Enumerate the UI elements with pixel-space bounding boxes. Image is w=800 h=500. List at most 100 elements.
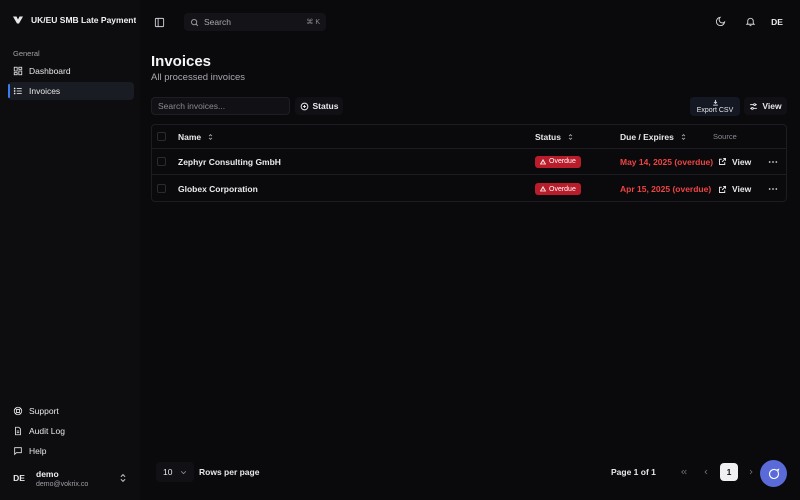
view-label: View <box>732 156 752 167</box>
row-checkbox[interactable] <box>157 156 166 166</box>
column-header-label: Due / Expires <box>620 131 674 142</box>
chevrons-left-icon <box>681 469 687 475</box>
view-options-button[interactable]: View <box>744 97 787 115</box>
search-label: Search <box>204 17 231 27</box>
list-icon <box>13 87 22 95</box>
message-circle-icon <box>768 468 779 479</box>
column-header-label: Status <box>535 131 561 142</box>
sort-icon <box>681 133 686 140</box>
plus-circle-icon <box>300 102 308 110</box>
alert-triangle-icon <box>540 158 546 164</box>
page-button-current[interactable]: 1 <box>720 463 738 481</box>
status-badge: Overdue <box>535 155 581 168</box>
external-link-icon <box>719 158 726 165</box>
sidebar-toggle-button[interactable] <box>150 13 168 31</box>
sidebar-item-invoices[interactable]: Invoices <box>8 82 134 100</box>
rows-per-page-value: 10 <box>163 467 173 477</box>
sidebar-item-label: Support <box>29 406 59 416</box>
user-menu[interactable]: DE demo demo@vokrix.co <box>8 463 134 493</box>
due-date: Apr 15, 2025 (overdue) <box>620 184 712 194</box>
column-header-due[interactable]: Due / Expires <box>620 125 687 148</box>
select-all-checkbox[interactable] <box>157 131 166 141</box>
sidebar-group-label: General <box>13 49 40 58</box>
chevron-left-icon <box>704 469 708 475</box>
user-name: demo <box>36 468 59 479</box>
row-actions-button[interactable] <box>768 149 778 174</box>
theme-toggle-button[interactable] <box>713 14 727 28</box>
user-info: demo demo@vokrix.co <box>36 469 88 488</box>
view-options-label: View <box>762 101 782 111</box>
invoice-name: Globex Corporation <box>178 184 258 194</box>
sliders-icon <box>750 102 758 110</box>
due-date: May 14, 2025 (overdue) <box>620 156 714 167</box>
chevron-right-icon <box>749 469 753 475</box>
status-filter-label: Status <box>312 101 339 111</box>
status-badge: Overdue <box>535 183 581 195</box>
panel-left-icon <box>154 17 164 27</box>
status-cell: Overdue <box>535 149 581 174</box>
row-checkbox[interactable] <box>157 184 166 193</box>
rows-per-page-select[interactable]: 10 <box>156 462 194 482</box>
table-row[interactable]: Globex Corporation Overdue Apr 15, 2025 … <box>152 176 786 202</box>
search-shortcut: ⌘ K <box>306 19 320 26</box>
logo-icon <box>13 16 23 24</box>
sidebar-item-label: Dashboard <box>29 66 71 76</box>
page-info: Page 1 of 1 <box>611 467 656 477</box>
invoice-search-input[interactable] <box>151 97 290 115</box>
sidebar: UK/EU SMB Late Payment A General Dashboa… <box>0 0 140 500</box>
sidebar-item-dashboard[interactable]: Dashboard <box>8 62 134 80</box>
export-csv-button[interactable]: Export CSV <box>690 97 740 116</box>
next-page-button[interactable] <box>742 463 760 481</box>
search-icon <box>191 18 199 26</box>
column-header-status[interactable]: Status <box>535 125 574 148</box>
row-actions-button[interactable] <box>768 176 778 202</box>
status-cell: Overdue <box>535 176 581 202</box>
column-header-label: Name <box>178 131 202 142</box>
export-csv-label: Export CSV <box>696 107 734 114</box>
sidebar-item-support[interactable]: Support <box>8 402 134 420</box>
chevron-down-icon <box>180 470 187 474</box>
chat-support-button[interactable] <box>760 460 787 487</box>
life-buoy-icon <box>13 406 23 416</box>
avatar[interactable]: DE <box>768 13 786 31</box>
status-badge-label: Overdue <box>549 158 576 165</box>
column-header-source: Source <box>713 132 737 141</box>
sidebar-item-help[interactable]: Help <box>8 442 134 460</box>
global-search-button[interactable]: Search ⌘ K <box>184 13 326 31</box>
view-invoice-button[interactable]: View <box>718 176 751 202</box>
more-horizontal-icon <box>768 188 778 190</box>
status-filter-button[interactable]: Status <box>295 97 343 115</box>
invoice-name: Zephyr Consulting GmbH <box>178 156 281 167</box>
status-badge-label: Overdue <box>549 185 576 193</box>
sidebar-item-label: Help <box>29 446 47 456</box>
bell-icon <box>745 17 755 26</box>
sort-icon <box>568 133 573 140</box>
notifications-button[interactable] <box>743 14 757 28</box>
previous-page-button[interactable] <box>697 463 715 481</box>
external-link-icon <box>719 185 726 193</box>
avatar: DE <box>13 473 25 483</box>
first-page-button[interactable] <box>675 463 693 481</box>
more-horizontal-icon <box>768 160 778 163</box>
column-header-name[interactable]: Name <box>178 125 214 148</box>
app-root: UK/EU SMB Late Payment A General Dashboa… <box>0 0 800 500</box>
moon-icon <box>715 16 725 26</box>
page-subtitle: All processed invoices <box>151 72 245 83</box>
layout-dashboard-icon <box>13 66 23 76</box>
invoices-table: Name Status Due / Expires Source Zephyr … <box>151 124 787 202</box>
table-row[interactable]: Zephyr Consulting GmbH Overdue May 14, 2… <box>152 149 786 175</box>
app-title: UK/EU SMB Late Payment A <box>31 15 136 25</box>
table-header-row: Name Status Due / Expires Source <box>152 125 786 149</box>
message-square-icon <box>14 447 22 456</box>
sidebar-item-audit-log[interactable]: Audit Log <box>8 422 134 440</box>
view-label: View <box>732 184 752 194</box>
file-text-icon <box>15 426 21 436</box>
page-title: Invoices <box>151 53 212 70</box>
alert-triangle-icon <box>540 186 546 192</box>
rows-per-page-label: Rows per page <box>199 467 260 477</box>
view-invoice-button[interactable]: View <box>718 149 751 174</box>
sidebar-item-label: Audit Log <box>29 426 65 436</box>
sort-icon <box>208 133 213 140</box>
chevrons-up-down-icon <box>120 473 126 483</box>
brand[interactable]: UK/EU SMB Late Payment A <box>12 14 136 26</box>
